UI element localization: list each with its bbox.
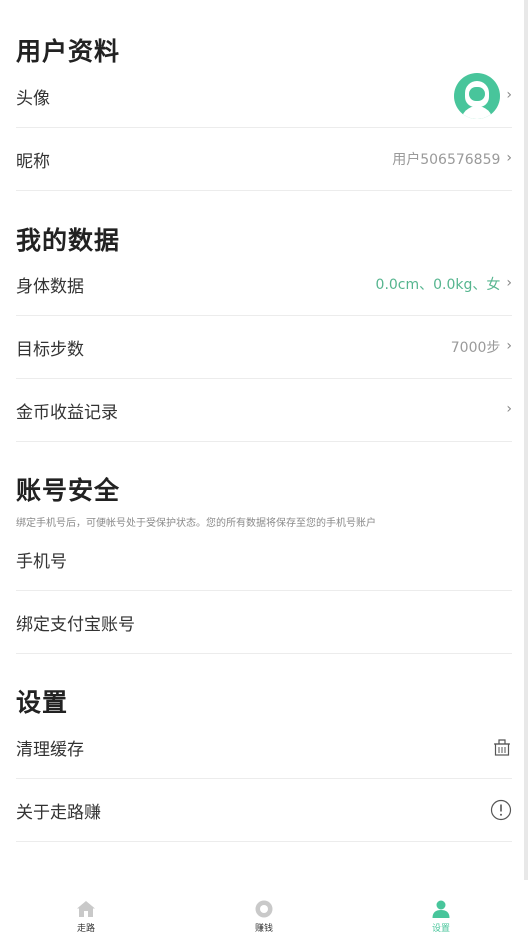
settings-page: 用户资料 头像 › 昵称 用户506576859 › 我的数据 身体数据 0.0… xyxy=(0,0,528,938)
divider xyxy=(16,441,512,442)
coin-earnings-row[interactable]: 金币收益记录 › xyxy=(16,379,512,441)
info-icon xyxy=(490,799,512,821)
chevron-right-icon: › xyxy=(506,338,512,354)
home-icon xyxy=(76,900,96,918)
account-note: 绑定手机号后，可便帐号处于受保护状态。您的所有数据将保存至您的手机号账户 xyxy=(16,518,376,529)
bind-alipay-row[interactable]: 绑定支付宝账号 xyxy=(16,591,512,653)
nickname-label: 昵称 xyxy=(16,151,50,172)
tab-settings-label: 设置 xyxy=(431,924,450,934)
target-steps-value: 7000步 xyxy=(450,340,501,356)
about-label: 关于走路赚 xyxy=(16,802,101,823)
body-data-row[interactable]: 身体数据 0.0cm、0.0kg、女 › xyxy=(16,253,512,315)
tab-earn[interactable]: 赚钱 xyxy=(214,900,314,950)
my-data-section-title: 我的数据 xyxy=(16,226,121,255)
settings-section-title: 设置 xyxy=(16,688,69,717)
bottom-tab-bar: 走路 赚钱 设置 xyxy=(0,888,528,938)
divider xyxy=(16,190,512,191)
account-security-section-title: 账号安全 xyxy=(16,476,121,505)
tab-walk-label: 走路 xyxy=(76,924,95,934)
trash-icon xyxy=(492,737,512,757)
profile-section-title: 用户资料 xyxy=(16,37,121,66)
coin-earnings-label: 金币收益记录 xyxy=(16,402,118,423)
scrollbar[interactable] xyxy=(524,0,528,880)
chevron-right-icon: › xyxy=(506,150,512,166)
body-data-label: 身体数据 xyxy=(16,276,84,297)
clear-cache-row[interactable]: 清理缓存 xyxy=(16,716,512,778)
nickname-value: 用户506576859 xyxy=(392,152,501,168)
target-steps-row[interactable]: 目标步数 7000步 › xyxy=(16,316,512,378)
body-data-value: 0.0cm、0.0kg、女 xyxy=(375,277,501,293)
clear-cache-label: 清理缓存 xyxy=(16,739,84,760)
tab-settings[interactable]: 设置 xyxy=(391,900,491,950)
avatar xyxy=(454,73,501,119)
about-row[interactable]: 关于走路赚 xyxy=(16,779,512,841)
nickname-row[interactable]: 昵称 用户506576859 › xyxy=(16,128,512,190)
bind-alipay-label: 绑定支付宝账号 xyxy=(16,614,135,635)
avatar-row[interactable]: 头像 › xyxy=(16,65,512,127)
coin-icon xyxy=(254,900,274,918)
avatar-label: 头像 xyxy=(16,88,50,109)
target-steps-label: 目标步数 xyxy=(16,339,84,360)
phone-label: 手机号 xyxy=(16,551,67,572)
chevron-right-icon: › xyxy=(506,275,512,291)
tab-earn-label: 赚钱 xyxy=(254,924,273,934)
divider xyxy=(16,841,512,842)
chevron-right-icon: › xyxy=(506,87,512,103)
divider xyxy=(16,653,512,654)
tab-walk[interactable]: 走路 xyxy=(36,900,136,950)
chevron-right-icon: › xyxy=(506,401,512,417)
person-icon xyxy=(431,900,451,918)
phone-row[interactable]: 手机号 xyxy=(16,528,512,590)
